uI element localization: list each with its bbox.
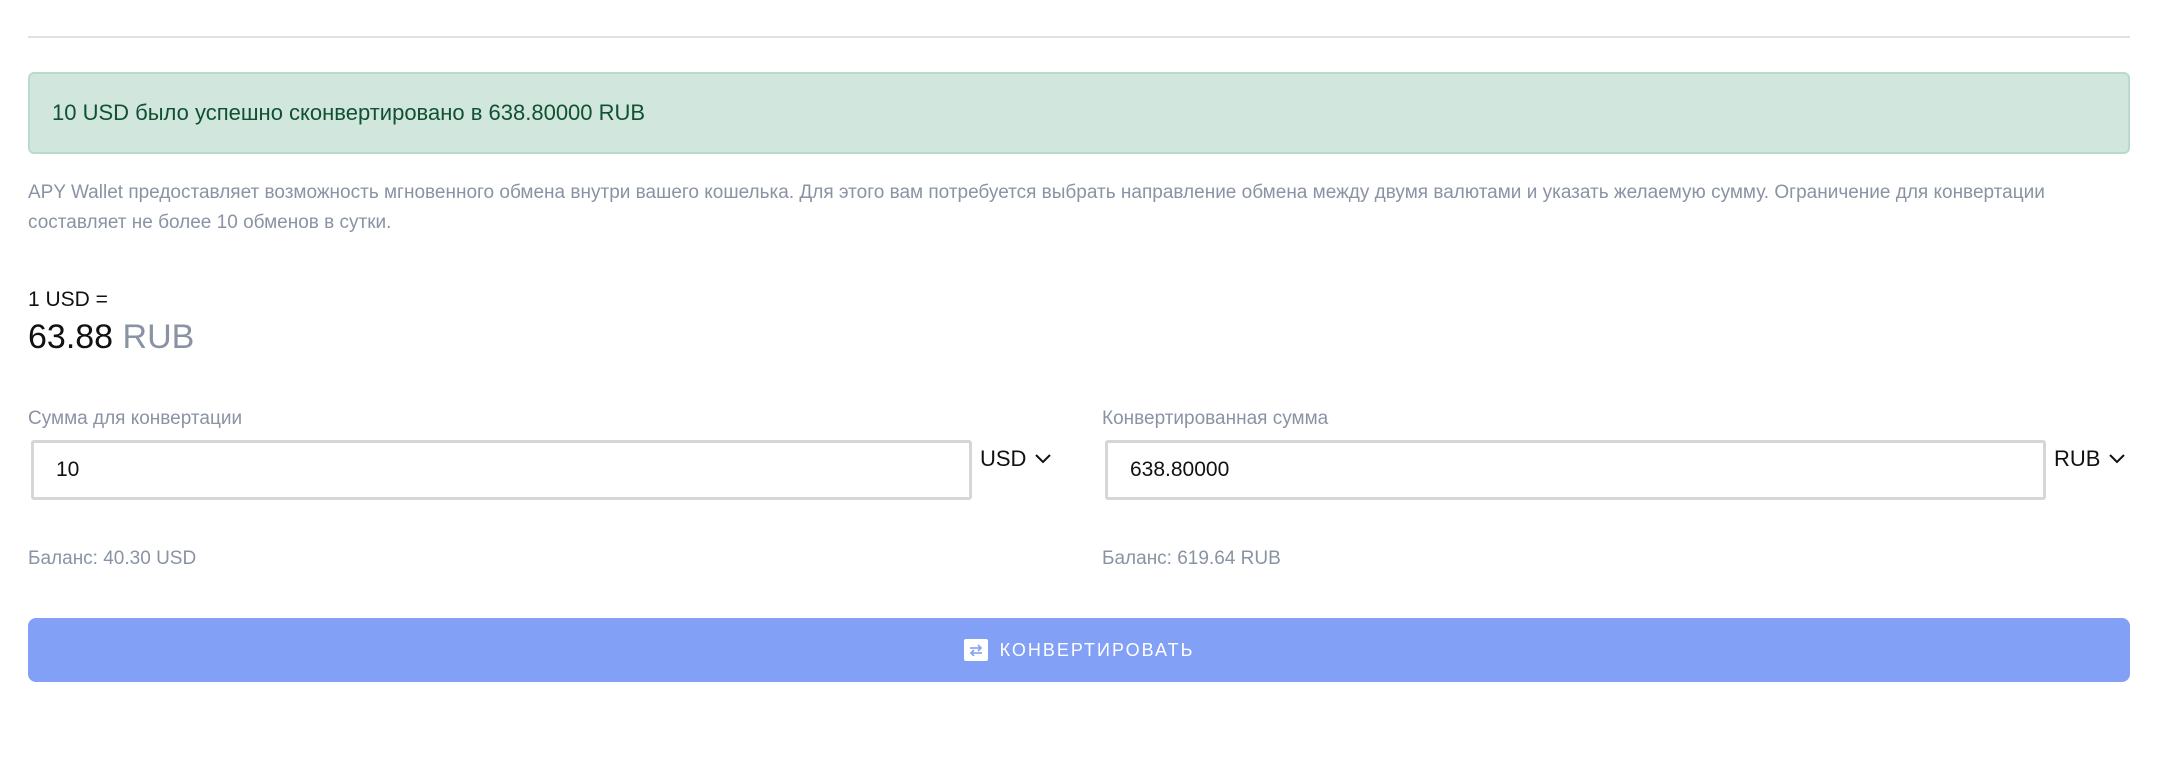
to-amount-input[interactable]: 638.80000 [1105, 440, 2046, 500]
top-divider [28, 36, 2130, 38]
rate-label: 1 USD = [28, 288, 108, 311]
convert-button[interactable]: КОНВЕРТИРОВАТЬ [28, 618, 2130, 682]
rate-value: 63.88 [28, 318, 114, 356]
to-amount-label: Конвертированная сумма [1102, 408, 1329, 429]
from-currency-select[interactable]: USD [980, 444, 1052, 474]
success-alert: 10 USD было успешно сконвертировано в 63… [28, 72, 2130, 154]
exchange-icon [963, 639, 988, 661]
from-amount-label: Сумма для конвертации [28, 408, 243, 429]
convert-button-label: КОНВЕРТИРОВАТЬ [999, 639, 1195, 660]
rate-currency: RUB [122, 318, 195, 356]
to-currency-value: RUB [2054, 446, 2101, 471]
from-amount-value: 10 [56, 458, 80, 481]
from-balance: Баланс: 40.30 USD [28, 548, 197, 569]
from-currency-value: USD [980, 446, 1027, 471]
exchange-description: APY Wallet предоставляет возможность мгн… [28, 182, 2045, 233]
rate-display: 63.88 RUB [28, 318, 194, 357]
success-alert-message: 10 USD было успешно сконвертировано в 63… [52, 100, 646, 125]
to-amount-value: 638.80000 [1130, 458, 1230, 481]
chevron-down-icon [2109, 454, 2126, 464]
to-currency-select[interactable]: RUB [2054, 444, 2126, 474]
from-amount-input[interactable]: 10 [31, 440, 972, 500]
to-balance: Баланс: 619.64 RUB [1102, 548, 1281, 569]
chevron-down-icon [1035, 454, 1052, 464]
converter-page: 10 USD было успешно сконвертировано в 63… [0, 0, 2158, 758]
